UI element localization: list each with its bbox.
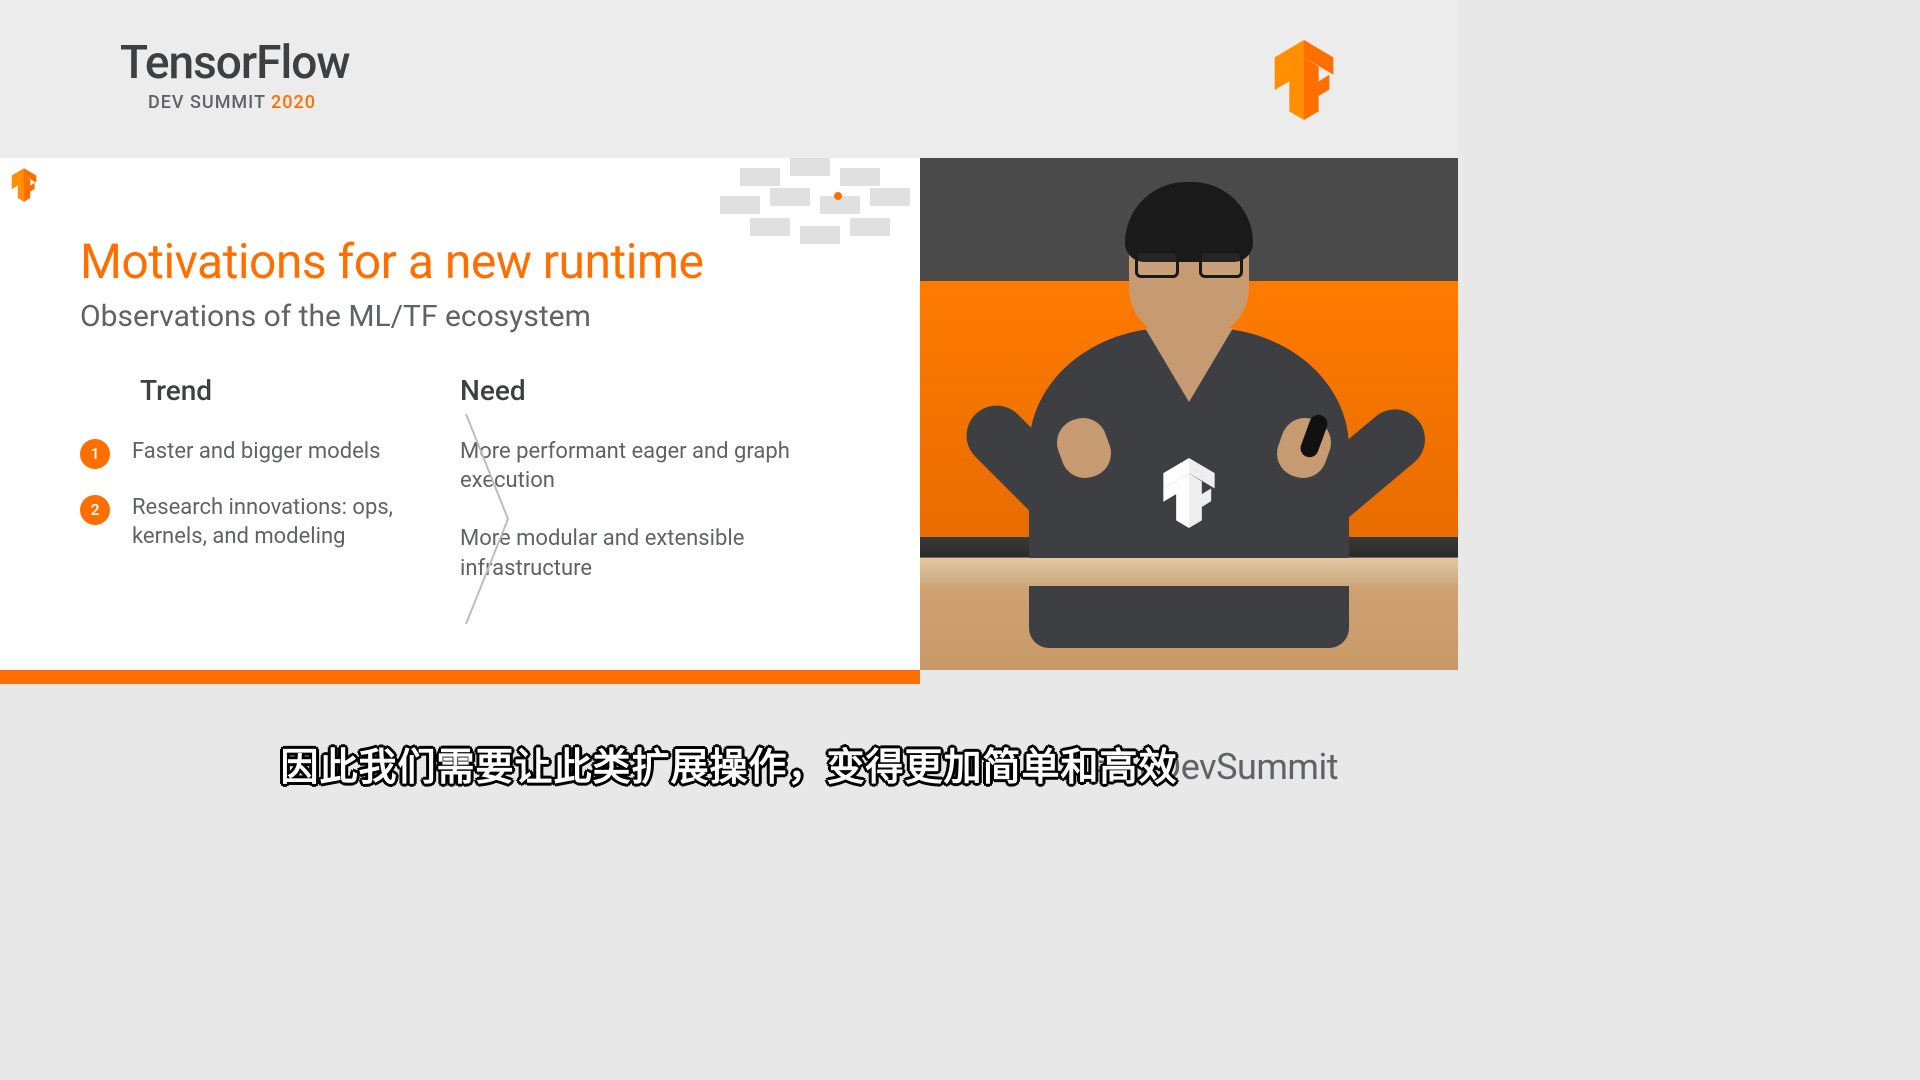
column-trend: Trend 1 Faster and bigger models 2 Resea…: [80, 374, 440, 612]
slide: Motivations for a new runtime Observatio…: [0, 158, 920, 670]
slide-subtitle: Observations of the ML/TF ecosystem: [80, 299, 840, 334]
tensorflow-logo-small-icon: [10, 168, 38, 202]
arrow-divider-icon: [458, 414, 518, 624]
slide-columns: Trend 1 Faster and bigger models 2 Resea…: [80, 374, 840, 612]
need-heading: Need: [460, 374, 840, 407]
trend-heading: Trend: [140, 374, 440, 407]
trend-number-badge: 1: [80, 439, 110, 469]
brand-main: TensorFlow: [120, 40, 349, 86]
trend-text: Research innovations: ops, kernels, and …: [132, 493, 440, 552]
brand-sub-prefix: DEV SUMMIT: [148, 92, 271, 113]
brand-sub: DEV SUMMIT 2020: [148, 92, 349, 113]
content: Motivations for a new runtime Observatio…: [0, 158, 1458, 820]
header: TensorFlow DEV SUMMIT 2020: [0, 0, 1458, 158]
tensorflow-logo-icon: [1270, 40, 1338, 120]
video-subtitle-caption: 因此我们需要让此类扩展操作，变得更加简单和高效: [280, 736, 1177, 791]
podium-edge: [920, 558, 1458, 586]
trend-text: Faster and bigger models: [132, 437, 380, 467]
maze-decoration-icon: [720, 158, 920, 278]
slide-accent-bar: [0, 670, 920, 684]
speaker-video: [920, 158, 1458, 670]
trend-item: 1 Faster and bigger models: [80, 437, 440, 469]
shirt-tensorflow-logo-icon: [1159, 458, 1219, 528]
brand-block: TensorFlow DEV SUMMIT 2020: [120, 40, 349, 113]
trend-item: 2 Research innovations: ops, kernels, an…: [80, 493, 440, 552]
lower-area: 因此我们需要让此类扩展操作，变得更加简单和高效 #TFDevSummit: [0, 684, 1458, 820]
brand-year: 2020: [271, 92, 316, 113]
trend-number-badge: 2: [80, 495, 110, 525]
